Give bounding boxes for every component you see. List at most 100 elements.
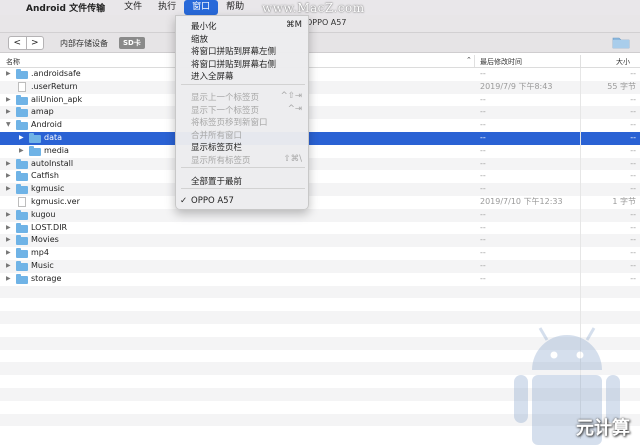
menu-item[interactable]: 合并所有窗口	[191, 129, 242, 141]
menu-shortcut: ⇧⌘\	[284, 154, 303, 164]
file-name: kgmusic.ver	[31, 196, 80, 209]
file-modified: --	[480, 170, 486, 183]
watermark-text: www.MacZ.com	[262, 1, 365, 15]
disclosure-closed-icon[interactable]: ▶	[19, 132, 24, 145]
menu-window[interactable]: 窗口	[184, 0, 218, 15]
menu-item[interactable]: 显示标签页栏	[191, 141, 242, 153]
menu-item[interactable]: 显示下一个标签页	[191, 104, 259, 116]
menu-item[interactable]: 全部置于最前	[191, 175, 242, 187]
file-name: data	[44, 132, 62, 145]
window-titlebar: OPPO A57	[0, 15, 640, 33]
menu-item[interactable]: 最小化	[191, 20, 217, 32]
menu-divider	[181, 167, 305, 168]
file-name: autoInstall	[31, 158, 73, 171]
menu-item[interactable]: 进入全屏幕	[191, 70, 234, 82]
menu-execute[interactable]: 执行	[150, 0, 184, 15]
column-divider[interactable]	[474, 55, 475, 67]
folder-icon	[16, 109, 28, 117]
file-row[interactable]: ▶LOST.DIR----	[0, 222, 640, 235]
file-name: Music	[31, 260, 54, 273]
menu-item[interactable]: 将窗口拼贴到屏幕左侧	[191, 45, 276, 57]
disclosure-closed-icon[interactable]: ▶	[6, 234, 11, 247]
new-folder-icon[interactable]	[612, 35, 630, 49]
column-size[interactable]: 大小	[616, 57, 630, 67]
column-divider	[580, 273, 581, 286]
column-divider	[580, 106, 581, 119]
file-size: --	[600, 273, 636, 286]
file-size: --	[600, 119, 636, 132]
sd-card-button[interactable]: SD卡	[119, 37, 145, 49]
folder-icon	[16, 237, 28, 245]
file-size: --	[600, 145, 636, 158]
file-size: --	[600, 222, 636, 235]
column-divider	[580, 145, 581, 158]
folder-icon	[16, 97, 28, 105]
file-row[interactable]: ▶aliUnion_apk----	[0, 94, 640, 107]
file-name: Catfish	[31, 170, 59, 183]
forward-button[interactable]: >	[27, 37, 44, 49]
menu-item[interactable]: 显示所有标签页	[191, 154, 251, 166]
disclosure-closed-icon[interactable]: ▶	[19, 145, 24, 158]
disclosure-closed-icon[interactable]: ▶	[6, 222, 11, 235]
file-row[interactable]: ▼Android----	[0, 119, 640, 132]
file-modified: --	[480, 209, 486, 222]
file-row[interactable]: ▶.androidsafe----	[0, 68, 640, 81]
disclosure-closed-icon[interactable]: ▶	[6, 273, 11, 286]
file-name: amap	[31, 106, 54, 119]
file-row[interactable]: ▶ media -- --	[0, 145, 640, 158]
column-divider	[580, 247, 581, 260]
file-row[interactable]: ▶kugou----	[0, 209, 640, 222]
folder-icon	[16, 173, 28, 181]
column-divider	[580, 196, 581, 209]
menu-help[interactable]: 帮助	[218, 0, 252, 15]
menu-item[interactable]: 显示上一个标签页	[191, 91, 259, 103]
file-row[interactable]: ▶kgmusic----	[0, 183, 640, 196]
column-divider[interactable]	[580, 55, 581, 67]
file-name: media	[44, 145, 69, 158]
column-name[interactable]: 名称	[6, 57, 20, 67]
sort-chevron-icon[interactable]: ⌃	[466, 56, 472, 64]
column-divider	[580, 170, 581, 183]
column-modified[interactable]: 最后修改时间	[480, 57, 522, 67]
menu-file[interactable]: 文件	[116, 0, 150, 15]
file-row[interactable]: ▶mp4----	[0, 247, 640, 260]
file-size: --	[600, 68, 636, 81]
file-size: --	[600, 234, 636, 247]
file-row[interactable]: ▶autoInstall----	[0, 158, 640, 171]
disclosure-closed-icon[interactable]: ▶	[6, 106, 11, 119]
disclosure-closed-icon[interactable]: ▶	[6, 260, 11, 273]
file-row[interactable]: .userReturn2019/7/9 下午8:4355 字节	[0, 81, 640, 94]
location-label[interactable]: 内部存储设备	[60, 38, 108, 49]
disclosure-open-icon[interactable]: ▼	[6, 119, 11, 132]
menu-shortcut: ^⇧⇥	[281, 91, 302, 101]
file-row[interactable]: ▶Movies----	[0, 234, 640, 247]
file-row[interactable]: ▶amap----	[0, 106, 640, 119]
disclosure-closed-icon[interactable]: ▶	[6, 170, 11, 183]
disclosure-closed-icon[interactable]: ▶	[6, 209, 11, 222]
disclosure-closed-icon[interactable]: ▶	[6, 68, 11, 81]
file-row[interactable]: kgmusic.ver2019/7/10 下午12:331 字节	[0, 196, 640, 209]
app-menu[interactable]: Android 文件传输	[26, 1, 105, 14]
column-divider	[580, 132, 581, 145]
disclosure-closed-icon[interactable]: ▶	[6, 158, 11, 171]
disclosure-closed-icon[interactable]: ▶	[6, 247, 11, 260]
file-modified: --	[480, 132, 486, 145]
back-button[interactable]: <	[9, 37, 27, 49]
file-icon	[18, 198, 26, 207]
disclosure-closed-icon[interactable]: ▶	[6, 94, 11, 107]
file-modified: --	[480, 273, 486, 286]
file-size: --	[600, 94, 636, 107]
file-row[interactable]: ▶Music----	[0, 260, 640, 273]
menu-item[interactable]: 缩放	[191, 33, 208, 45]
file-row[interactable]: ▶data----	[0, 132, 640, 145]
menu-divider	[181, 84, 305, 85]
menu-item[interactable]: 将窗口拼贴到屏幕右侧	[191, 58, 276, 70]
file-row[interactable]: ▶Catfish----	[0, 170, 640, 183]
menu-item[interactable]: OPPO A57	[191, 196, 234, 206]
file-name: kgmusic	[31, 183, 64, 196]
menu-item[interactable]: 将标签页移到新窗口	[191, 116, 268, 128]
file-row[interactable]: ▶storage----	[0, 273, 640, 286]
file-modified: --	[480, 145, 486, 158]
disclosure-closed-icon[interactable]: ▶	[6, 183, 11, 196]
file-modified: --	[480, 234, 486, 247]
